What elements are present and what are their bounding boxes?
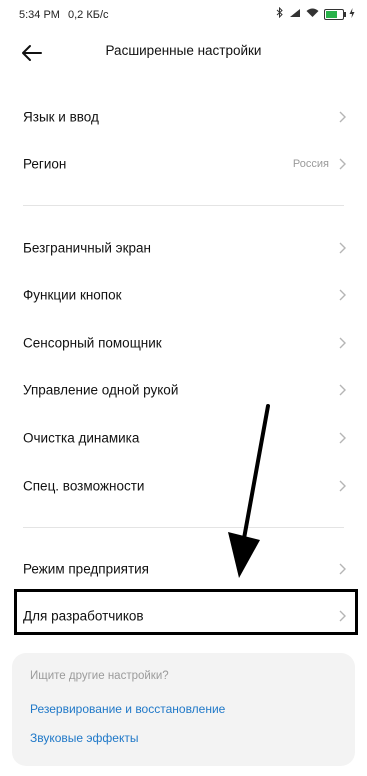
annotation-arrow [228,404,270,578]
settings-item-value: Россия [292,158,329,170]
battery-icon [324,8,346,20]
highlight-box [14,589,358,635]
settings-item-one-handed[interactable]: Управление одной рукой [0,367,367,413]
settings-item-label: Спец. возможности [23,478,145,494]
settings-item-button-functions[interactable]: Функции кнопок [0,272,367,318]
chevron-right-icon [339,480,346,492]
chevron-right-icon [339,242,346,254]
settings-item-speaker-cleaner[interactable]: Очистка динамика [0,415,367,461]
settings-item-label: Язык и ввод [23,109,99,125]
chevron-right-icon [339,337,346,349]
section-divider [23,527,344,528]
chevron-right-icon [339,289,346,301]
settings-item-accessibility[interactable]: Спец. возможности [0,463,367,509]
chevron-right-icon [339,563,346,575]
signal-icon [289,8,301,21]
settings-item-fullscreen[interactable]: Безграничный экран [0,225,367,271]
scrolled-off-row [23,70,83,78]
settings-item-enterprise-mode[interactable]: Режим предприятия [0,546,367,592]
section-divider [23,205,344,206]
chevron-right-icon [339,158,346,170]
chevron-right-icon [339,384,346,396]
settings-item-label: Функции кнопок [23,287,122,303]
settings-item-label: Режим предприятия [23,561,149,577]
settings-item-region[interactable]: Регион Россия [0,141,367,187]
link-sound-effects[interactable]: Звуковые эффекты [30,731,138,745]
settings-item-label: Сенсорный помощник [23,335,162,351]
status-bar: 5:34 PM 0,2 КБ/с [0,0,367,32]
chevron-right-icon [339,432,346,444]
search-suggestions-title: Ищите другие настройки? [30,670,169,682]
wifi-icon [306,8,319,21]
charging-icon [349,7,355,21]
page-title: Расширенные настройки [105,43,262,58]
chevron-right-icon [339,111,346,123]
bluetooth-icon [276,6,284,21]
settings-item-label: Регион [23,156,67,172]
app-header: Расширенные настройки [0,32,367,70]
link-backup-restore[interactable]: Резервирование и восстановление [30,702,225,716]
status-network-speed: 0,2 КБ/с [67,9,109,21]
settings-item-label: Управление одной рукой [23,382,179,398]
search-suggestions-card: Ищите другие настройки? Резервирование и… [12,653,355,766]
settings-item-label: Безграничный экран [23,240,151,256]
settings-item-label: Очистка динамика [23,430,140,446]
settings-item-touch-assistant[interactable]: Сенсорный помощник [0,320,367,366]
settings-item-language[interactable]: Язык и ввод [0,94,367,140]
status-time: 5:34 PM [19,9,60,21]
